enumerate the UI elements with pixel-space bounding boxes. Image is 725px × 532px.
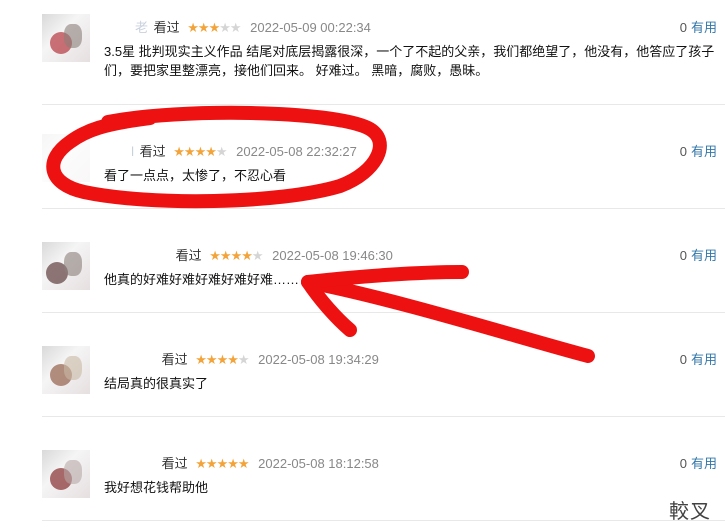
useful-count: 0	[679, 248, 687, 263]
rating-stars: ★★★★★	[195, 456, 249, 471]
review-text: 结局真的很真实了	[104, 376, 209, 391]
watched-status: 看过	[161, 456, 188, 471]
review-item: 看过 ★★★★★ 2022-05-08 19:46:30 0 有用 他真的好难好难…	[42, 208, 725, 313]
review-meta: 老 看过 ★★★★★ 2022-05-09 00:22:34	[104, 17, 371, 36]
useful-button[interactable]: 0 有用	[680, 17, 717, 36]
review-text: 3.5星 批判现实主义作品 结尾对底层揭露很深，一个了不起的父亲，我们都绝望了，…	[104, 44, 715, 78]
review-item: 看过 ★★★★★ 2022-05-08 18:12:58 0 有用 我好想花钱帮助…	[42, 416, 725, 521]
review-meta: 看过 ★★★★★ 2022-05-08 19:34:29	[104, 349, 379, 368]
useful-label: 有用	[690, 20, 717, 35]
watched-status: 看过	[139, 144, 166, 159]
useful-count: 0	[679, 352, 687, 367]
review-text: 他真的好难好难好难好难好难……	[104, 272, 300, 287]
review-item: 老 看过 ★★★★★ 2022-05-09 00:22:34 0 有用 3.5星 …	[42, 0, 725, 105]
rating-stars: ★★★★★	[209, 248, 263, 263]
useful-count: 0	[679, 20, 687, 35]
review-time: 2022-05-09 00:22:34	[250, 20, 371, 35]
watermark: 較叉	[669, 499, 711, 523]
review-item: l 看过 ★★★★★ 2022-05-08 22:32:27 0 有用 看了一点点…	[42, 104, 725, 209]
useful-label: 有用	[690, 144, 717, 159]
rating-stars: ★★★★★	[195, 352, 249, 367]
useful-label: 有用	[690, 248, 717, 263]
review-item: 看过 ★★★★★ 2022-05-08 19:34:29 0 有用 结局真的很真实…	[42, 312, 725, 417]
review-text: 看了一点点，太惨了，不忍心看	[104, 168, 287, 183]
watched-status: 看过	[153, 20, 180, 35]
useful-button[interactable]: 0 有用	[680, 453, 717, 472]
useful-label: 有用	[690, 456, 717, 471]
review-time: 2022-05-08 19:34:29	[258, 352, 379, 367]
review-text: 我好想花钱帮助他	[104, 480, 209, 495]
useful-count: 0	[679, 456, 687, 471]
avatar[interactable]	[42, 450, 90, 498]
review-meta: 看过 ★★★★★ 2022-05-08 19:46:30	[104, 245, 393, 264]
useful-button[interactable]: 0 有用	[680, 245, 717, 264]
rating-stars: ★★★★★	[173, 144, 227, 159]
avatar[interactable]	[42, 242, 90, 290]
rating-stars: ★★★★★	[187, 20, 241, 35]
avatar[interactable]	[42, 14, 90, 62]
watched-status: 看过	[161, 352, 188, 367]
avatar[interactable]	[42, 346, 90, 394]
useful-button[interactable]: 0 有用	[680, 349, 717, 368]
review-meta: 看过 ★★★★★ 2022-05-08 18:12:58	[104, 453, 379, 472]
review-time: 2022-05-08 22:32:27	[236, 144, 357, 159]
review-time: 2022-05-08 18:12:58	[258, 456, 379, 471]
review-time: 2022-05-08 19:46:30	[272, 248, 393, 263]
user-name[interactable]: l	[104, 144, 134, 159]
avatar[interactable]	[42, 134, 90, 182]
useful-count: 0	[679, 144, 687, 159]
useful-button[interactable]: 0 有用	[680, 141, 717, 160]
watched-status: 看过	[175, 248, 202, 263]
user-name[interactable]: 老	[104, 17, 148, 36]
useful-label: 有用	[690, 352, 717, 367]
review-meta: l 看过 ★★★★★ 2022-05-08 22:32:27	[104, 141, 357, 160]
